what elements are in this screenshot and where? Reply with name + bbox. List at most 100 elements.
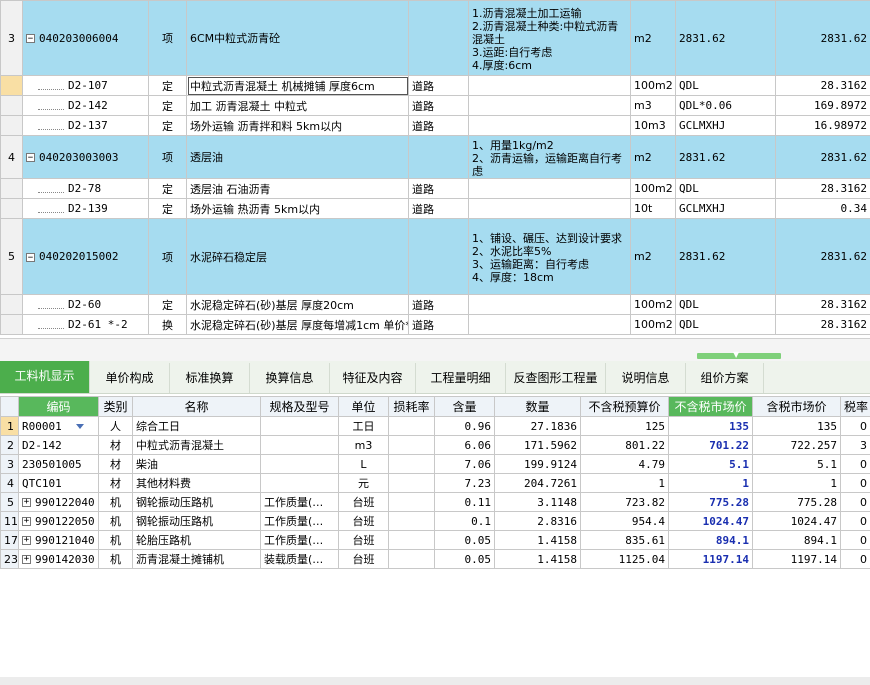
type-cell[interactable]: 项	[149, 136, 187, 179]
content-cell[interactable]: 0.1	[435, 512, 495, 531]
type-cell[interactable]: 换	[149, 315, 187, 335]
qty-cell[interactable]: 2831.62	[776, 1, 870, 76]
feature-cell[interactable]: 1、用量1kg/m22、沥青运输，运输距离自行考虑	[469, 136, 631, 179]
qty-expr-cell[interactable]: QDL	[676, 295, 776, 315]
unit-cell[interactable]: m2	[631, 219, 676, 295]
spec-cell[interactable]: 工作质量(…	[261, 531, 339, 550]
content-cell[interactable]: 7.06	[435, 455, 495, 474]
quota-row[interactable]: D2-137定场外运输 沥青拌和料 5km以内道路10m3GCLMXHJ16.9…	[1, 116, 870, 136]
budget-price-cell[interactable]: 835.61	[581, 531, 669, 550]
market-price-cell[interactable]: 5.1	[669, 455, 753, 474]
code-cell[interactable]: D2-139	[23, 199, 149, 219]
budget-price-cell[interactable]: 723.82	[581, 493, 669, 512]
quota-row[interactable]: D2-78定透层油 石油沥青道路100m2QDL28.3162	[1, 179, 870, 199]
feature-cell[interactable]	[469, 96, 631, 116]
part-cell[interactable]: 道路	[409, 76, 469, 96]
part-cell[interactable]: 道路	[409, 315, 469, 335]
resource-row[interactable]: 3230501005材柴油L7.06199.91244.795.15.10	[1, 455, 870, 474]
column-header[interactable]: 编码	[19, 397, 99, 417]
qty-cell[interactable]: 2831.62	[776, 136, 870, 179]
expand-icon[interactable]: +	[22, 498, 31, 507]
tax-rate-cell[interactable]: 0	[841, 474, 870, 493]
unit-cell[interactable]: m2	[631, 136, 676, 179]
tab-9[interactable]: 组价方案	[686, 363, 764, 393]
tax-market-price-cell[interactable]: 1197.14	[753, 550, 841, 569]
qty-cell[interactable]: 28.3162	[776, 315, 870, 335]
feature-cell[interactable]	[469, 179, 631, 199]
qty-expr-cell[interactable]: GCLMXHJ	[676, 199, 776, 219]
qty-expr-cell[interactable]: QDL	[676, 76, 776, 96]
tax-rate-cell[interactable]: 0	[841, 531, 870, 550]
qty-expr-cell[interactable]: QDL	[676, 315, 776, 335]
market-price-cell[interactable]: 1	[669, 474, 753, 493]
column-header[interactable]: 数量	[495, 397, 581, 417]
tab-6[interactable]: 工程量明细	[416, 363, 506, 393]
unit-cell[interactable]: 100m2	[631, 179, 676, 199]
part-cell[interactable]	[409, 1, 469, 76]
qty-expr-cell[interactable]: GCLMXHJ	[676, 116, 776, 136]
spec-cell[interactable]: 装载质量(…	[261, 550, 339, 569]
tab-4[interactable]: 换算信息	[250, 363, 330, 393]
code-cell[interactable]: −040202015002	[23, 219, 149, 295]
type-cell[interactable]: 定	[149, 179, 187, 199]
tax-rate-cell[interactable]: 0	[841, 512, 870, 531]
loss-cell[interactable]	[389, 474, 435, 493]
pane-splitter[interactable]: ▼	[0, 338, 870, 361]
tax-market-price-cell[interactable]: 1	[753, 474, 841, 493]
quantity-cell[interactable]: 199.9124	[495, 455, 581, 474]
category-cell[interactable]: 机	[99, 512, 133, 531]
type-cell[interactable]: 定	[149, 116, 187, 136]
type-cell[interactable]: 项	[149, 219, 187, 295]
type-cell[interactable]: 项	[149, 1, 187, 76]
column-header[interactable]: 不含税市场价	[669, 397, 753, 417]
tax-rate-cell[interactable]: 3	[841, 436, 870, 455]
quantity-cell[interactable]: 27.1836	[495, 417, 581, 436]
name-cell[interactable]: 场外运输 热沥青 5km以内	[187, 199, 409, 219]
unit-cell[interactable]: 台班	[339, 493, 389, 512]
budget-price-cell[interactable]: 4.79	[581, 455, 669, 474]
budget-price-cell[interactable]: 125	[581, 417, 669, 436]
name-cell[interactable]: 透层油	[187, 136, 409, 179]
collapse-icon[interactable]: −	[26, 153, 35, 162]
unit-cell[interactable]: 台班	[339, 550, 389, 569]
code-cell[interactable]: R00001	[19, 417, 99, 436]
market-price-cell[interactable]: 701.22	[669, 436, 753, 455]
name-cell[interactable]: 透层油 石油沥青	[187, 179, 409, 199]
name-cell[interactable]: 中粒式沥青混凝土	[133, 436, 261, 455]
tax-market-price-cell[interactable]: 722.257	[753, 436, 841, 455]
qty-cell[interactable]: 28.3162	[776, 179, 870, 199]
name-cell[interactable]: 轮胎压路机	[133, 531, 261, 550]
quota-row[interactable]: D2-107定中粒式沥青混凝土 机械摊铺 厚度6cm道路100m2QDL28.3…	[1, 76, 870, 96]
resource-row[interactable]: 1R00001人综合工日工日0.9627.18361251351350	[1, 417, 870, 436]
code-cell[interactable]: D2-78	[23, 179, 149, 199]
quantity-cell[interactable]: 204.7261	[495, 474, 581, 493]
column-header[interactable]: 损耗率	[389, 397, 435, 417]
qty-expr-cell[interactable]: 2831.62	[676, 1, 776, 76]
qty-expr-cell[interactable]: 2831.62	[676, 219, 776, 295]
feature-cell[interactable]	[469, 295, 631, 315]
name-cell[interactable]: 6CM中粒式沥青砼	[187, 1, 409, 76]
qty-expr-cell[interactable]: 2831.62	[676, 136, 776, 179]
spec-cell[interactable]	[261, 436, 339, 455]
tax-rate-cell[interactable]: 0	[841, 455, 870, 474]
resource-row[interactable]: 4QTC101材其他材料费元7.23204.72611110	[1, 474, 870, 493]
code-cell[interactable]: D2-142	[23, 96, 149, 116]
quantity-cell[interactable]: 1.4158	[495, 550, 581, 569]
spec-cell[interactable]	[261, 455, 339, 474]
loss-cell[interactable]	[389, 531, 435, 550]
unit-cell[interactable]: 元	[339, 474, 389, 493]
unit-cell[interactable]: 100m2	[631, 76, 676, 96]
category-cell[interactable]: 材	[99, 455, 133, 474]
bill-item-row[interactable]: 3−040203006004项6CM中粒式沥青砼1.沥青混凝土加工运输2.沥青混…	[1, 1, 870, 76]
name-cell[interactable]: 加工 沥青混凝土 中粒式	[187, 96, 409, 116]
name-cell[interactable]: 水泥稳定碎石(砂)基层 厚度每增减1cm 单价*-2	[187, 315, 409, 335]
code-cell[interactable]: D2-137	[23, 116, 149, 136]
content-cell[interactable]: 7.23	[435, 474, 495, 493]
part-cell[interactable]: 道路	[409, 199, 469, 219]
unit-cell[interactable]: 台班	[339, 512, 389, 531]
quantity-cell[interactable]: 171.5962	[495, 436, 581, 455]
part-cell[interactable]: 道路	[409, 295, 469, 315]
name-cell[interactable]: 其他材料费	[133, 474, 261, 493]
content-cell[interactable]: 0.05	[435, 531, 495, 550]
tax-market-price-cell[interactable]: 5.1	[753, 455, 841, 474]
